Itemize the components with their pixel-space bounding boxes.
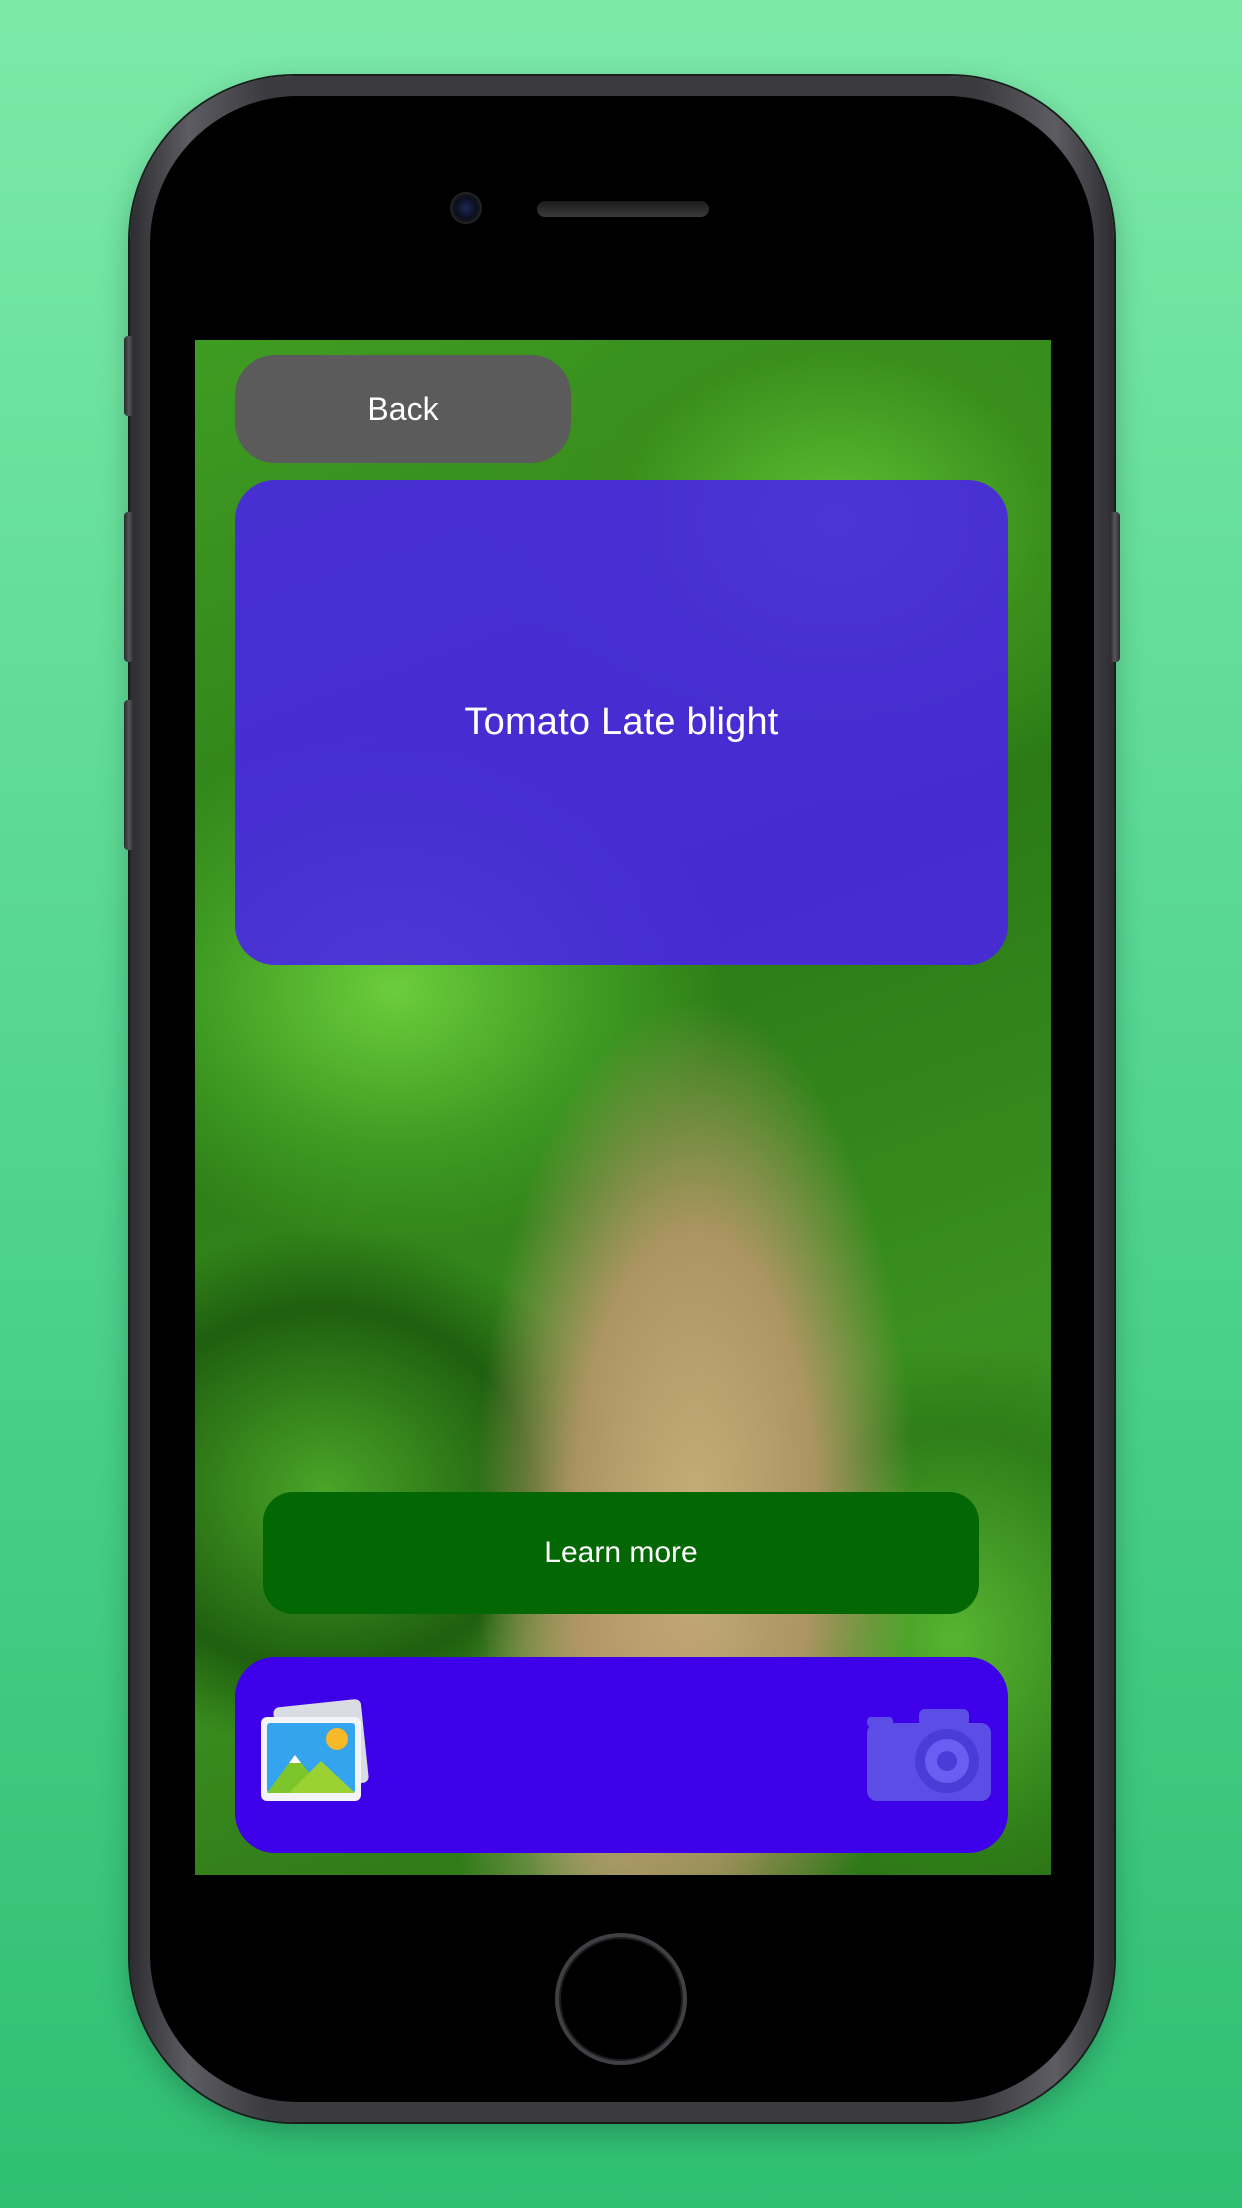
back-button-label: Back	[367, 390, 439, 427]
gallery-button[interactable]	[251, 1699, 377, 1807]
home-button[interactable]	[555, 1933, 687, 2065]
camera-icon	[867, 1709, 991, 1801]
gallery-icon	[261, 1699, 369, 1801]
learn-more-label: Learn more	[544, 1536, 698, 1569]
power-button	[1110, 512, 1120, 662]
front-camera	[450, 192, 482, 224]
earpiece-speaker	[537, 201, 709, 217]
learn-more-button[interactable]: Learn more	[263, 1492, 979, 1614]
mute-switch	[124, 336, 134, 416]
bottom-action-bar	[235, 1657, 1008, 1853]
disease-name: Tomato Late blight	[464, 701, 779, 743]
back-button[interactable]: Back	[235, 355, 571, 463]
camera-button[interactable]	[865, 1705, 993, 1805]
prediction-card: Tomato Late blight	[235, 480, 1008, 965]
volume-down-button	[124, 700, 134, 850]
volume-up-button	[124, 512, 134, 662]
app-screen: Back Tomato Late blight Learn more	[195, 340, 1051, 1875]
